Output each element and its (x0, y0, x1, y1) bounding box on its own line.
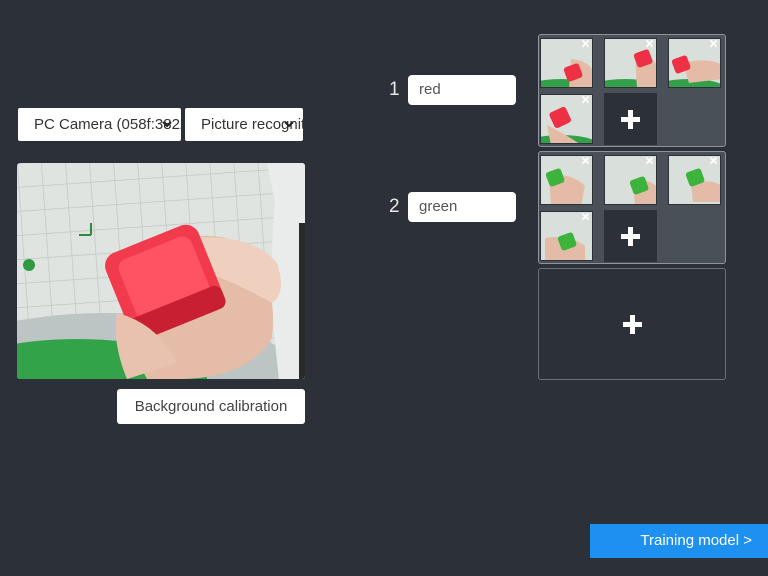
close-icon[interactable] (581, 212, 590, 221)
sample-thumbnail[interactable] (604, 38, 657, 88)
mode-select[interactable]: Picture recognition (185, 108, 303, 141)
close-icon[interactable] (581, 95, 590, 104)
close-icon[interactable] (645, 156, 654, 165)
sample-thumbnail[interactable] (668, 155, 721, 205)
camera-preview-image (17, 163, 305, 379)
sample-thumbnail[interactable] (540, 211, 593, 261)
close-icon[interactable] (645, 39, 654, 48)
plus-icon (623, 315, 642, 334)
sample-thumbnail[interactable] (540, 38, 593, 88)
class-2-number: 2 (389, 196, 400, 217)
chevron-down-icon (162, 121, 172, 128)
add-sample-button[interactable] (604, 93, 657, 145)
camera-preview (17, 163, 305, 379)
sample-thumbnail[interactable] (668, 38, 721, 88)
class-1-name-input[interactable]: red (408, 75, 516, 105)
sample-thumbnail[interactable] (540, 155, 593, 205)
add-class-button[interactable] (538, 268, 726, 380)
close-icon[interactable] (581, 156, 590, 165)
class-1-samples-panel (538, 34, 726, 147)
class-2-samples-panel (538, 151, 726, 264)
plus-icon (621, 110, 640, 129)
training-model-button[interactable]: Training model > (590, 524, 768, 558)
close-icon[interactable] (581, 39, 590, 48)
close-icon[interactable] (709, 156, 718, 165)
plus-icon (621, 227, 640, 246)
sample-thumbnail[interactable] (540, 94, 593, 144)
chevron-down-icon (284, 121, 294, 128)
add-sample-button[interactable] (604, 210, 657, 262)
background-calibration-button[interactable]: Background calibration (117, 389, 305, 424)
close-icon[interactable] (709, 39, 718, 48)
class-2-name-input[interactable]: green (408, 192, 516, 222)
camera-select[interactable]: PC Camera (058f:3822) (18, 108, 181, 141)
camera-select-value: PC Camera (058f:3822) (34, 116, 181, 133)
sample-thumbnail[interactable] (604, 155, 657, 205)
class-1-number: 1 (389, 79, 400, 100)
